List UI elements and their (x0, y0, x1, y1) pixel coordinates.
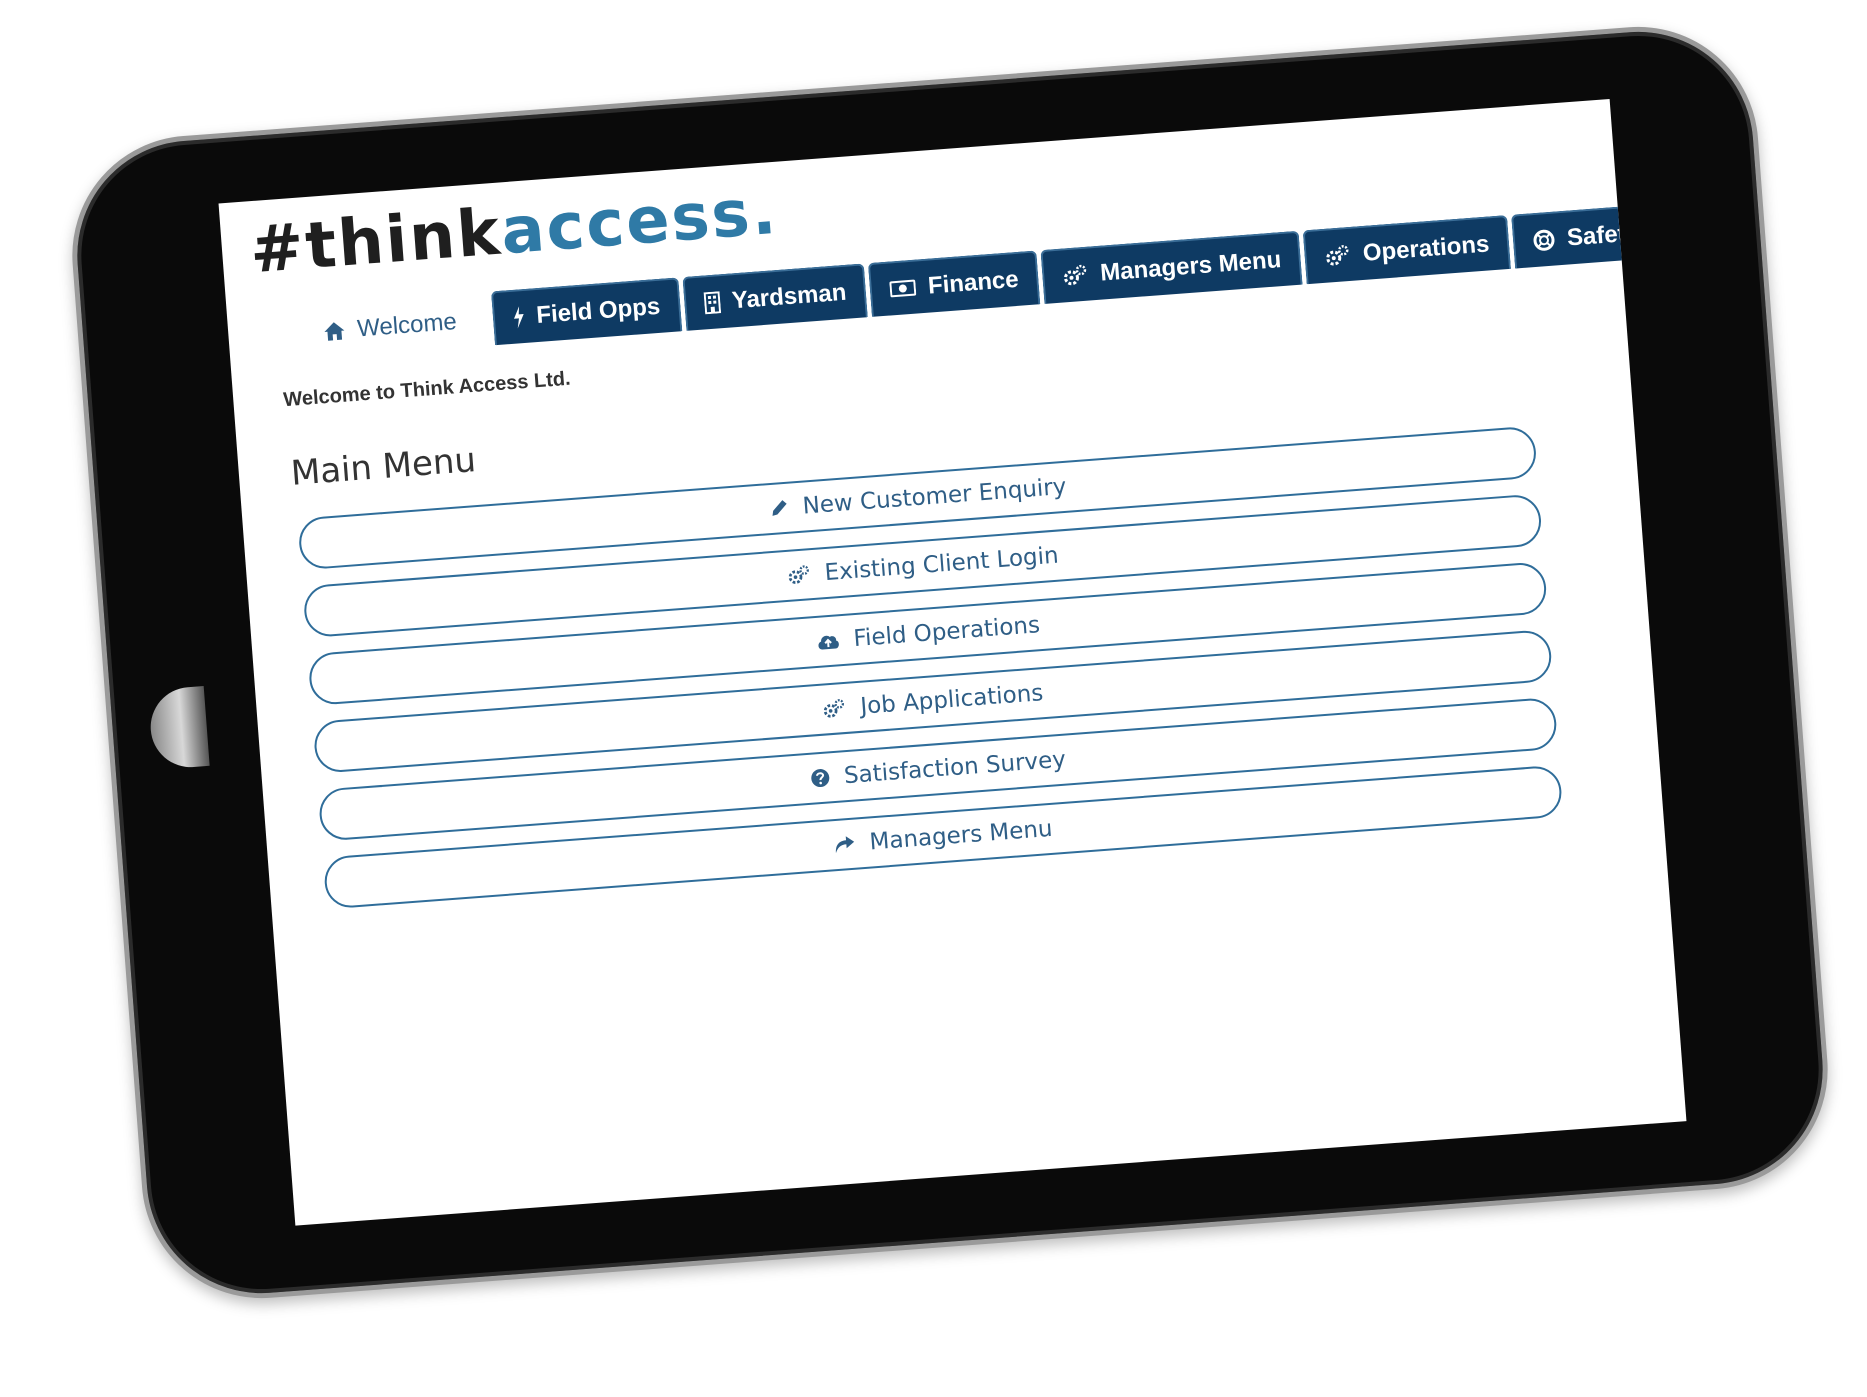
photo-stage: #thinkaccess. Welcome Field Opps Yardsma… (0, 0, 1867, 1397)
cogs-icon (788, 565, 809, 584)
cogs-icon (1064, 264, 1087, 286)
welcome-message: Welcome to Think Access Ltd. (282, 367, 572, 412)
cloud-upload-icon (818, 635, 839, 650)
cogs-icon (1326, 245, 1349, 266)
main-menu-list: New Customer Enquiry Existing Client Log… (297, 425, 1564, 926)
tab-yardsman-label: Yardsman (730, 278, 848, 315)
money-icon (889, 279, 917, 298)
tab-operations-label: Operations (1361, 230, 1491, 267)
tab-welcome-label: Welcome (356, 308, 458, 343)
home-icon (324, 322, 345, 341)
tab-managers-menu-label: Managers Menu (1099, 246, 1283, 287)
field-operations-label: Field Operations (852, 612, 1041, 653)
tab-field-opps-label: Field Opps (535, 292, 662, 329)
cogs-icon (824, 699, 845, 718)
satisfaction-survey-label: Satisfaction Survey (843, 746, 1067, 790)
tab-operations[interactable]: Operations (1303, 214, 1512, 285)
life-ring-icon (1533, 229, 1555, 251)
tablet-home-button (147, 686, 210, 770)
job-applications-label: Job Applications (859, 680, 1045, 720)
main-menu-title: Main Menu (289, 440, 478, 494)
logo-think-text: #think (247, 195, 505, 289)
new-customer-enquiry-label: New Customer Enquiry (801, 473, 1068, 520)
managers-menu-label: Managers Menu (868, 815, 1054, 856)
question-circle-icon (811, 769, 830, 788)
pencil-icon (772, 500, 787, 516)
tab-yardsman[interactable]: Yardsman (681, 263, 869, 331)
tab-finance-label: Finance (927, 265, 1020, 300)
share-arrow-icon (836, 836, 855, 854)
tab-welcome[interactable]: Welcome (301, 293, 478, 360)
brand-logo: #thinkaccess. (247, 175, 780, 288)
tab-managers-menu[interactable]: Managers Menu (1040, 230, 1304, 304)
tablet-screen: #thinkaccess. Welcome Field Opps Yardsma… (218, 98, 1687, 1226)
tab-finance[interactable]: Finance (868, 250, 1041, 317)
tab-safety[interactable]: Safety (1511, 203, 1661, 269)
building-icon (703, 291, 721, 315)
tab-safety-label: Safety (1566, 219, 1640, 252)
logo-access-text: access. (498, 174, 781, 270)
tab-field-opps[interactable]: Field Opps (490, 277, 683, 346)
existing-client-login-label: Existing Client Login (823, 542, 1060, 587)
tablet-device: #thinkaccess. Welcome Field Opps Yardsma… (63, 18, 1837, 1307)
bolt-icon (513, 306, 524, 329)
